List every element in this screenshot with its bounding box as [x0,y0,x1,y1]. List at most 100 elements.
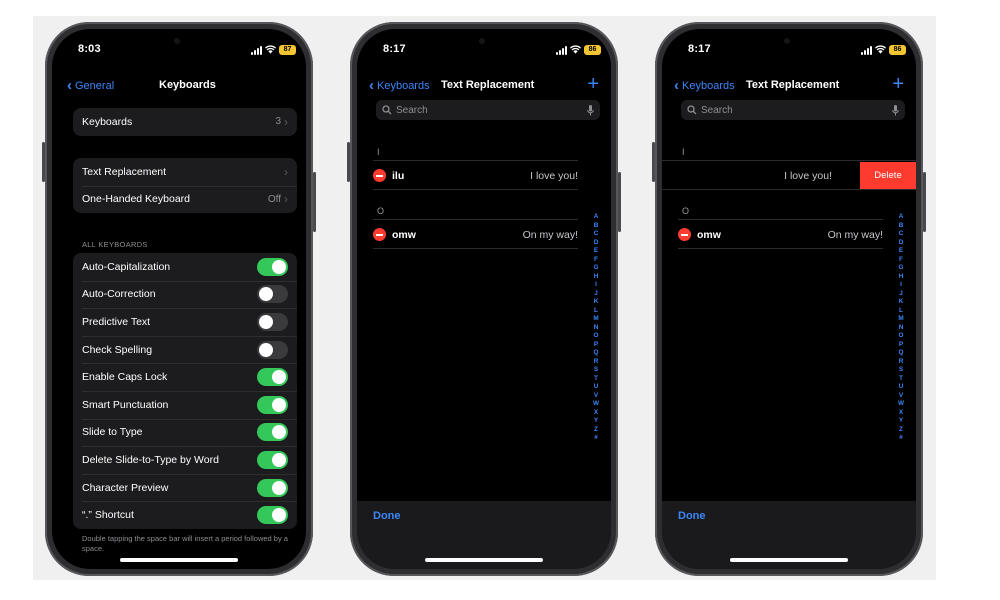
back-button[interactable]: ‹ Keyboards [674,78,735,93]
toggle-switch[interactable] [257,450,288,469]
index-letter[interactable]: N [594,324,599,333]
index-letter[interactable]: J [899,290,903,299]
toggle-row: Slide to Type [73,418,297,447]
index-letter[interactable]: P [594,341,598,350]
plus-icon[interactable]: + [892,74,904,94]
index-letter[interactable]: X [594,409,598,418]
status-bar: 8:17 86 [357,43,611,59]
status-time: 8:03 [78,43,101,55]
index-letter[interactable]: K [899,298,904,307]
index-letter[interactable]: E [899,247,903,256]
toggle-switch[interactable] [257,506,288,525]
search-field[interactable]: Search [681,100,905,120]
back-button[interactable]: ‹ Keyboards [369,78,430,93]
index-letter[interactable]: # [594,434,598,443]
index-letter[interactable]: M [593,315,598,324]
search-field[interactable]: Search [376,100,600,120]
row-label: Text Replacement [82,165,167,178]
index-letter[interactable]: A [594,213,599,222]
minus-circle-icon[interactable] [373,228,386,241]
list-item-omw[interactable]: omw On my way! [373,222,578,247]
chevron-right-icon: › [284,114,288,129]
toggle-switch[interactable] [257,478,288,497]
index-letter[interactable]: H [899,273,904,282]
delete-button[interactable]: Delete [860,162,916,189]
toggle-row: Character Preview [73,473,297,502]
battery-icon: 87 [279,45,296,55]
index-letter[interactable]: K [594,298,599,307]
list-item-omw[interactable]: omw On my way! [678,222,883,247]
plus-icon[interactable]: + [587,74,599,94]
back-button[interactable]: ‹ General [67,78,114,93]
index-letter[interactable]: Z [899,426,903,435]
index-letter[interactable]: # [899,434,903,443]
index-letter[interactable]: R [899,358,904,367]
section-index[interactable]: A B C D E F G H I J K L M N O P Q R S T U V W X Y Z # [897,213,905,443]
list-item-ilu[interactable]: ilu I love you! [373,163,578,188]
index-letter[interactable]: V [594,392,598,401]
search-placeholder: Search [701,104,733,116]
index-letter[interactable]: U [594,383,599,392]
index-letter[interactable]: U [899,383,904,392]
index-letter[interactable]: W [593,400,599,409]
index-letter[interactable]: O [594,332,599,341]
toggle-switch[interactable] [257,368,288,387]
phrase-text: I love you! [784,169,832,182]
minus-circle-icon[interactable] [678,228,691,241]
index-letter[interactable]: D [899,239,904,248]
index-letter[interactable]: C [594,230,599,239]
index-letter[interactable]: Y [594,417,598,426]
section-index[interactable]: A B C D E F G H I J K L M N O P Q R S T U V W X Y Z # [592,213,600,443]
minus-circle-icon[interactable] [373,169,386,182]
index-letter[interactable]: M [898,315,903,324]
index-letter[interactable]: G [594,264,599,273]
index-letter[interactable]: X [899,409,903,418]
toggle-switch[interactable] [257,395,288,414]
done-button[interactable]: Done [678,510,706,522]
divider [373,248,578,249]
index-letter[interactable]: F [899,256,903,265]
toggle-row: Check Spelling [73,335,297,364]
index-letter[interactable]: B [899,222,904,231]
toggle-switch[interactable] [257,423,288,442]
index-letter[interactable]: L [899,307,903,316]
index-letter[interactable]: O [899,332,904,341]
row-one-handed-keyboard[interactable]: One-Handed Keyboard Off › [73,185,297,214]
index-letter[interactable]: L [594,307,598,316]
index-letter[interactable]: J [594,290,598,299]
toggle-switch[interactable] [257,312,288,331]
row-keyboards[interactable]: Keyboards 3 › [73,108,297,136]
microphone-icon[interactable] [892,104,899,116]
microphone-icon[interactable] [587,104,594,116]
index-letter[interactable]: D [594,239,599,248]
done-button[interactable]: Done [373,510,401,522]
index-letter[interactable]: Q [899,349,904,358]
index-letter[interactable]: I [595,281,597,290]
index-letter[interactable]: T [899,375,903,384]
index-letter[interactable]: Z [594,426,598,435]
index-letter[interactable]: S [899,366,903,375]
index-letter[interactable]: T [594,375,598,384]
index-letter[interactable]: Y [899,417,903,426]
index-letter[interactable]: Q [594,349,599,358]
index-letter[interactable]: R [594,358,599,367]
index-letter[interactable]: S [594,366,598,375]
toggle-switch[interactable] [257,340,288,359]
toggle-switch[interactable] [257,257,288,276]
index-letter[interactable]: G [899,264,904,273]
index-letter[interactable]: A [899,213,904,222]
toggle-switch[interactable] [257,285,288,304]
index-letter[interactable]: W [898,400,904,409]
index-letter[interactable]: H [594,273,599,282]
index-letter[interactable]: V [899,392,903,401]
index-letter[interactable]: N [899,324,904,333]
row-text-replacement[interactable]: Text Replacement › [73,158,297,186]
signal-icon [251,46,262,55]
index-letter[interactable]: B [594,222,599,231]
index-letter[interactable]: F [594,256,598,265]
index-letter[interactable]: P [899,341,903,350]
list-item-ilu-swiped[interactable]: I love you! Delete [662,162,916,189]
index-letter[interactable]: E [594,247,598,256]
index-letter[interactable]: C [899,230,904,239]
index-letter[interactable]: I [900,281,902,290]
